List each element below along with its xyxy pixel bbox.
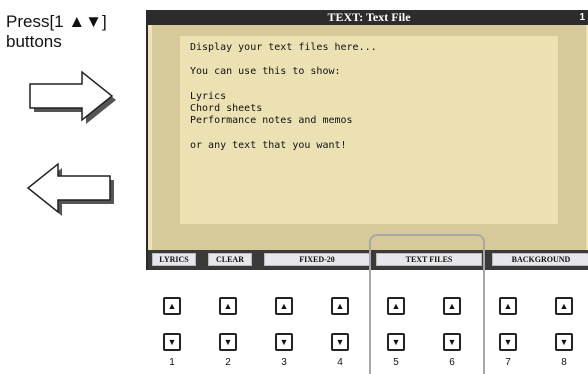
- button-7-down[interactable]: ▼: [499, 333, 517, 351]
- button-2-up[interactable]: ▲: [219, 297, 237, 315]
- button-8-up[interactable]: ▲: [555, 297, 573, 315]
- softkey-bar: LYRICS CLEAR FIXED-20 TEXT FILES BACKGRO…: [148, 250, 588, 270]
- text-display: Display your text files here... You can …: [180, 36, 558, 224]
- button-number-6: 6: [449, 357, 455, 368]
- button-6-up[interactable]: ▲: [443, 297, 461, 315]
- button-number-5: 5: [393, 357, 399, 368]
- text-line: Lyrics: [190, 90, 227, 102]
- button-8-down[interactable]: ▼: [555, 333, 573, 351]
- button-3-up[interactable]: ▲: [275, 297, 293, 315]
- text-line: Performance notes and memos: [190, 115, 353, 127]
- arrow-left-icon: [26, 162, 114, 216]
- softkey-background[interactable]: BACKGROUND: [492, 253, 588, 266]
- button-number-2: 2: [225, 357, 231, 368]
- button-5-down[interactable]: ▼: [387, 333, 405, 351]
- softkey-lyrics[interactable]: LYRICS: [152, 253, 196, 266]
- button-4-down[interactable]: ▼: [331, 333, 349, 351]
- text-line: or any text that you want!: [190, 139, 347, 151]
- softkey-clear[interactable]: CLEAR: [208, 253, 252, 266]
- button-1-down[interactable]: ▼: [163, 333, 181, 351]
- annotation-text: Press[1 ▲▼] buttons: [6, 12, 107, 51]
- button-7-up[interactable]: ▲: [499, 297, 517, 315]
- button-4-up[interactable]: ▲: [331, 297, 349, 315]
- button-5-up[interactable]: ▲: [387, 297, 405, 315]
- button-number-3: 3: [281, 357, 287, 368]
- text-line: [190, 79, 548, 91]
- button-6-down[interactable]: ▼: [443, 333, 461, 351]
- button-3-down[interactable]: ▼: [275, 333, 293, 351]
- button-number-8: 8: [561, 357, 567, 368]
- softkey-fixed-20[interactable]: FIXED-20: [264, 253, 370, 266]
- text-line: Display your text files here...: [190, 42, 377, 53]
- button-1-up[interactable]: ▲: [163, 297, 181, 315]
- lcd-screen: TEXT: Text File 1 Display your text file…: [146, 10, 588, 270]
- button-number-4: 4: [337, 357, 343, 368]
- text-line: [190, 54, 548, 66]
- arrow-right-icon: [29, 70, 116, 124]
- button-2-down[interactable]: ▼: [219, 333, 237, 351]
- text-line: [190, 127, 548, 139]
- screen-title: TEXT: Text File: [327, 10, 411, 24]
- text-line: You can use this to show:: [190, 66, 341, 78]
- text-line: Chord sheets: [190, 102, 263, 114]
- page-number: 1: [579, 12, 585, 23]
- screen-title-bar: TEXT: Text File 1: [148, 10, 588, 25]
- text-frame: Display your text files here... You can …: [152, 25, 586, 250]
- button-number-7: 7: [505, 357, 511, 368]
- button-number-1: 1: [169, 357, 175, 368]
